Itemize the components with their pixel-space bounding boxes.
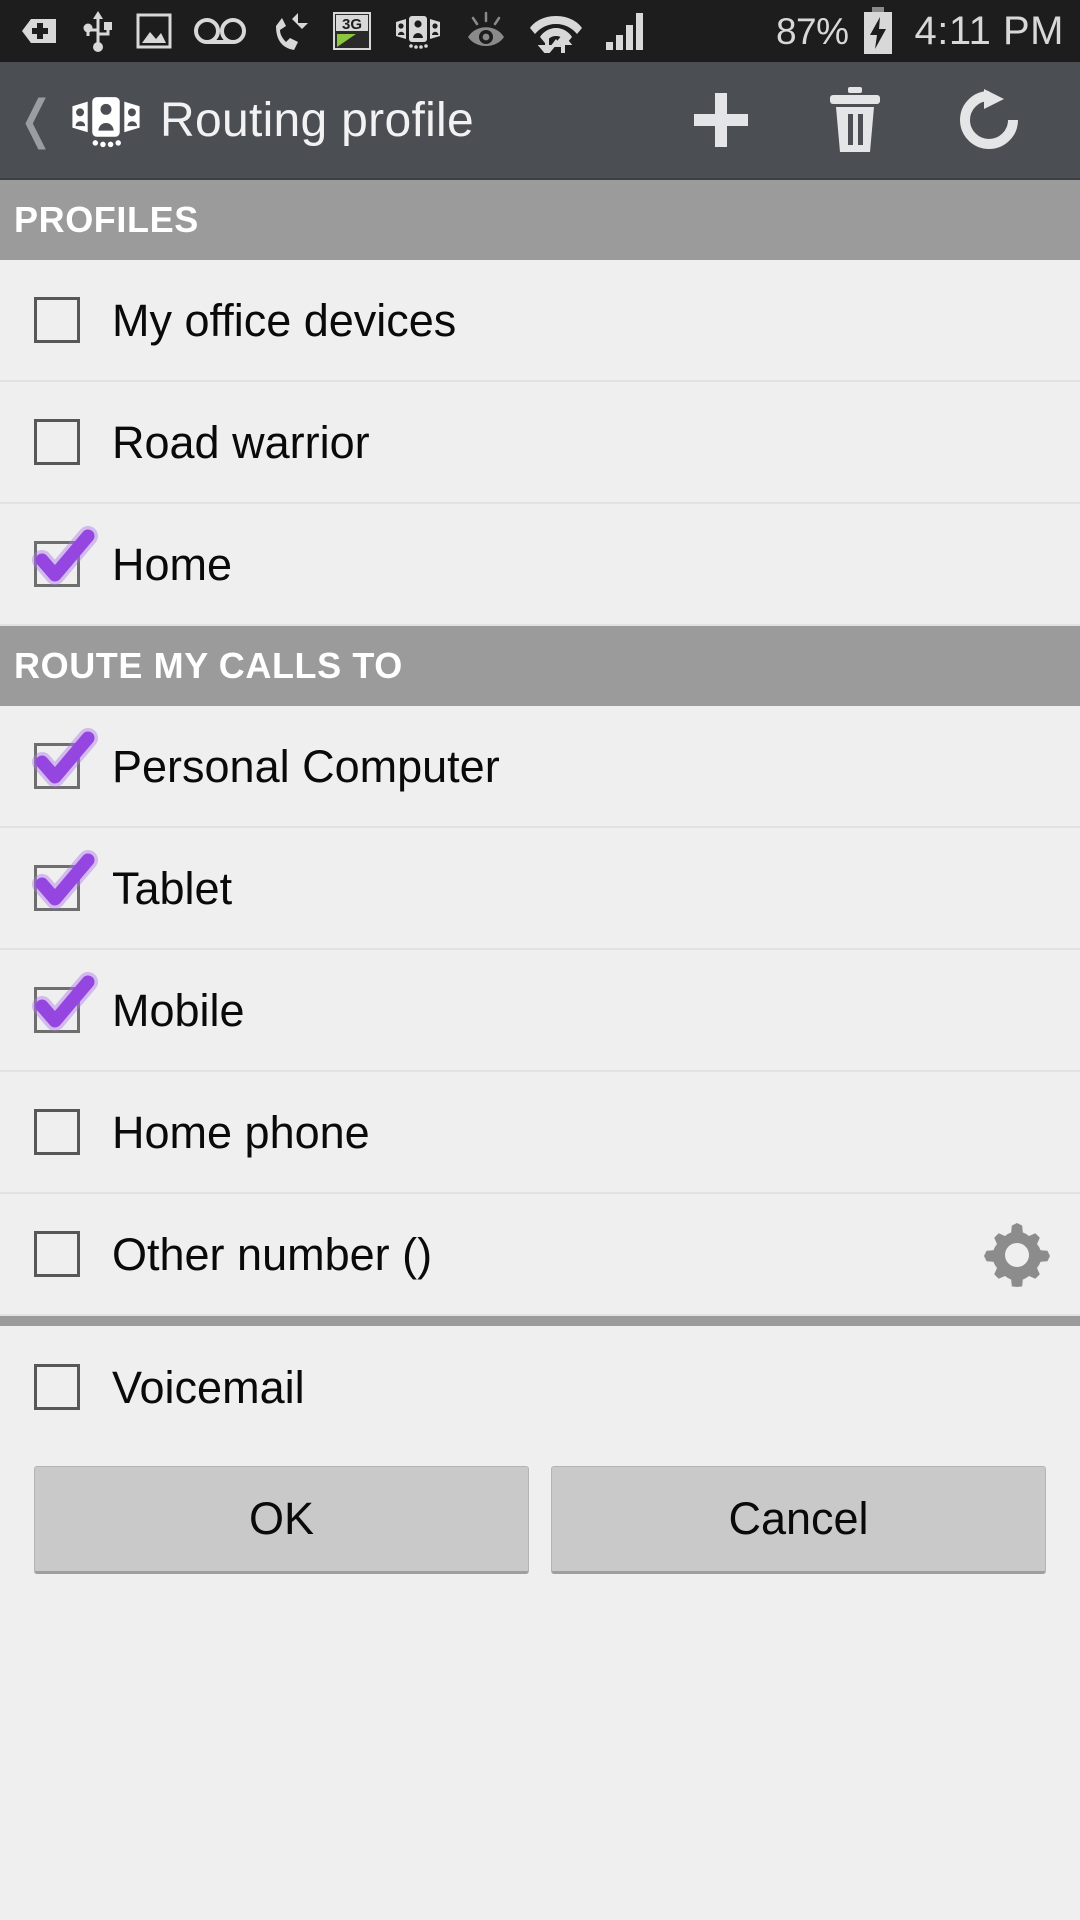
list-item-label: Mobile <box>112 984 245 1036</box>
list-item[interactable]: Mobile <box>0 950 1080 1072</box>
gear-icon <box>984 1223 1050 1287</box>
bottom-spacer <box>0 1574 1080 1920</box>
checkmark-icon <box>32 972 98 1031</box>
checkbox[interactable] <box>34 297 80 343</box>
checkmark-icon <box>32 526 98 585</box>
list-item[interactable]: Other number () <box>0 1194 1080 1316</box>
voicemail-icon <box>194 18 246 44</box>
checkbox[interactable] <box>32 728 98 789</box>
add-button[interactable] <box>654 61 788 179</box>
usb-icon <box>83 11 112 52</box>
section-header-route-my-calls-to: ROUTE MY CALLS TO <box>0 626 1080 706</box>
smart-stay-eye-icon <box>468 11 504 46</box>
list-item-label: Other number () <box>112 1228 433 1280</box>
conference-icon <box>396 16 440 49</box>
clock-label: 4:11 PM <box>914 9 1064 53</box>
list-item-label: Home <box>112 538 233 590</box>
list-item[interactable]: My office devices <box>0 260 1080 382</box>
list-item[interactable]: Road warrior <box>0 382 1080 504</box>
battery-percent-label: 87% <box>775 10 849 52</box>
phone-screen: 3G 87% 4:11 PM ❬ Routing profile PROFILE… <box>0 0 1080 1920</box>
list-item[interactable]: Home <box>0 504 1080 626</box>
section-divider <box>0 1316 1080 1326</box>
list-item-label: Personal Computer <box>112 740 500 792</box>
checkbox[interactable] <box>32 850 98 911</box>
checkbox[interactable] <box>32 526 98 587</box>
list-item[interactable]: Home phone <box>0 1072 1080 1194</box>
missed-call-icon <box>276 13 308 50</box>
add-badge-icon <box>22 19 56 43</box>
status-bar-notification-icons: 3G <box>20 9 776 53</box>
3g-data-icon: 3G <box>333 12 371 50</box>
refresh-button[interactable] <box>922 61 1056 179</box>
picture-icon <box>136 13 172 49</box>
checkmark-icon <box>32 850 98 909</box>
svg-text:3G: 3G <box>342 16 362 33</box>
back-chevron-icon[interactable]: ❬ <box>10 94 62 146</box>
dialog-button-bar: OK Cancel <box>0 1448 1080 1574</box>
settings-button[interactable] <box>984 1221 1050 1287</box>
checkmark-icon <box>32 728 98 787</box>
checkbox[interactable] <box>34 1109 80 1155</box>
checkbox[interactable] <box>34 419 80 465</box>
list-item-label: Tablet <box>112 862 233 914</box>
list-item-label: Voicemail <box>112 1361 305 1413</box>
checkbox[interactable] <box>32 972 98 1033</box>
list-item[interactable]: Tablet <box>0 828 1080 950</box>
list-item[interactable]: Personal Computer <box>0 706 1080 828</box>
battery-charging-icon <box>863 7 892 54</box>
list-item[interactable]: Voicemail <box>0 1326 1080 1448</box>
checkbox[interactable] <box>34 1364 80 1410</box>
list-item-label: Home phone <box>112 1106 370 1158</box>
checkbox[interactable] <box>34 1231 80 1277</box>
page-title: Routing profile <box>160 93 475 147</box>
refresh-icon <box>960 89 1018 149</box>
delete-button[interactable] <box>788 61 922 179</box>
list-item-label: Road warrior <box>112 416 370 468</box>
trash-icon <box>830 87 880 152</box>
cancel-button[interactable]: Cancel <box>551 1466 1046 1574</box>
status-bar: 3G 87% 4:11 PM <box>0 0 1080 62</box>
list-item-label: My office devices <box>112 294 457 346</box>
action-bar: ❬ Routing profile <box>0 62 1080 180</box>
conference-icon <box>68 91 144 149</box>
action-bar-buttons <box>654 61 1056 179</box>
section-header-profiles: PROFILES <box>0 180 1080 260</box>
status-bar-system-icons: 87% 4:11 PM <box>776 7 1064 55</box>
signal-bars-icon <box>606 13 643 50</box>
ok-button[interactable]: OK <box>34 1466 529 1574</box>
content-list: PROFILES My office devices Road warrior … <box>0 180 1080 1448</box>
plus-icon <box>694 93 748 147</box>
wifi-icon <box>530 16 582 53</box>
